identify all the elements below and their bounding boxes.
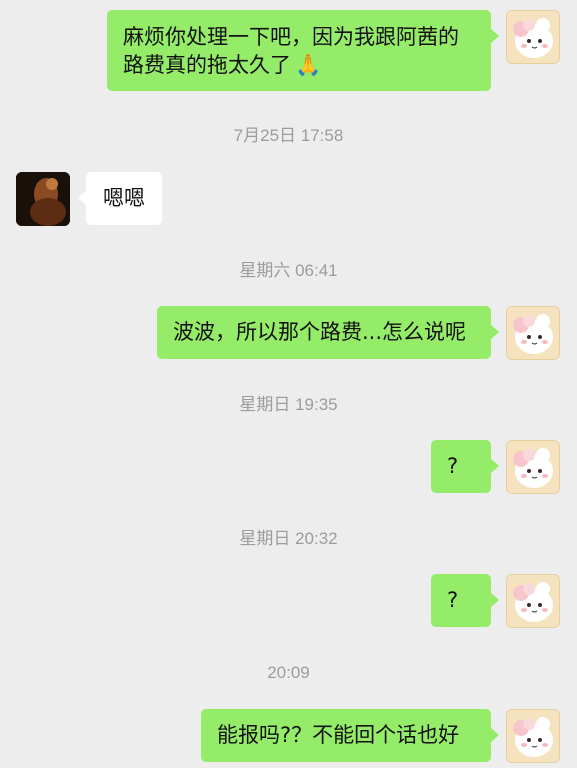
message-bubble-sent[interactable]: 麻烦你处理一下吧，因为我跟阿茜的 路费真的拖太久了 🙏 [107,10,499,91]
my-avatar[interactable] [506,709,560,763]
folded-hands-emoji-icon: 🙏 [295,53,322,77]
message-text-line: 麻烦你处理一下吧，因为我跟阿茜的 [123,25,459,49]
sheep-avatar-icon [507,710,559,762]
sheep-avatar-icon [507,575,559,627]
timestamp: 星期日 20:32 [239,529,338,548]
timestamp: 7月25日 17:58 [233,126,344,145]
message-text: 嗯嗯 [103,186,145,210]
message-bubble-sent[interactable]: 波波，所以那个路费...怎么说呢 [157,306,499,359]
message-text-line2: 路费真的拖太久了 [123,53,291,77]
message-bubble-sent[interactable]: 能报吗?？不能回个话也好 [201,709,499,762]
message-bubble-sent[interactable]: ? [431,440,499,493]
message-text-line: 路费真的拖太久了 🙏 [123,51,475,79]
message-bubble-received[interactable]: 嗯嗯 [78,172,162,225]
sheep-avatar-icon [507,441,559,493]
contact-avatar[interactable] [16,172,70,226]
dark-photo-avatar-icon [16,172,70,226]
message-text: 波波，所以那个路费...怎么说呢 [173,320,467,344]
timestamp: 星期日 19:35 [239,395,338,414]
sheep-avatar-icon [507,307,559,359]
my-avatar[interactable] [506,440,560,494]
timestamp: 20:09 [267,663,310,682]
message-bubble-sent[interactable]: ? [431,574,499,627]
chat-history[interactable]: 麻烦你处理一下吧，因为我跟阿茜的 路费真的拖太久了🙏 7月25日 17:58 [0,0,577,768]
my-avatar[interactable] [506,574,560,628]
message-text: 能报吗?？不能回个话也好 [217,723,460,747]
my-avatar[interactable] [506,306,560,360]
message-text: ? [447,454,459,478]
message-text: ? [447,588,459,612]
my-avatar[interactable] [506,10,560,64]
sheep-avatar-icon [507,11,559,63]
timestamp: 星期六 06:41 [239,261,338,280]
